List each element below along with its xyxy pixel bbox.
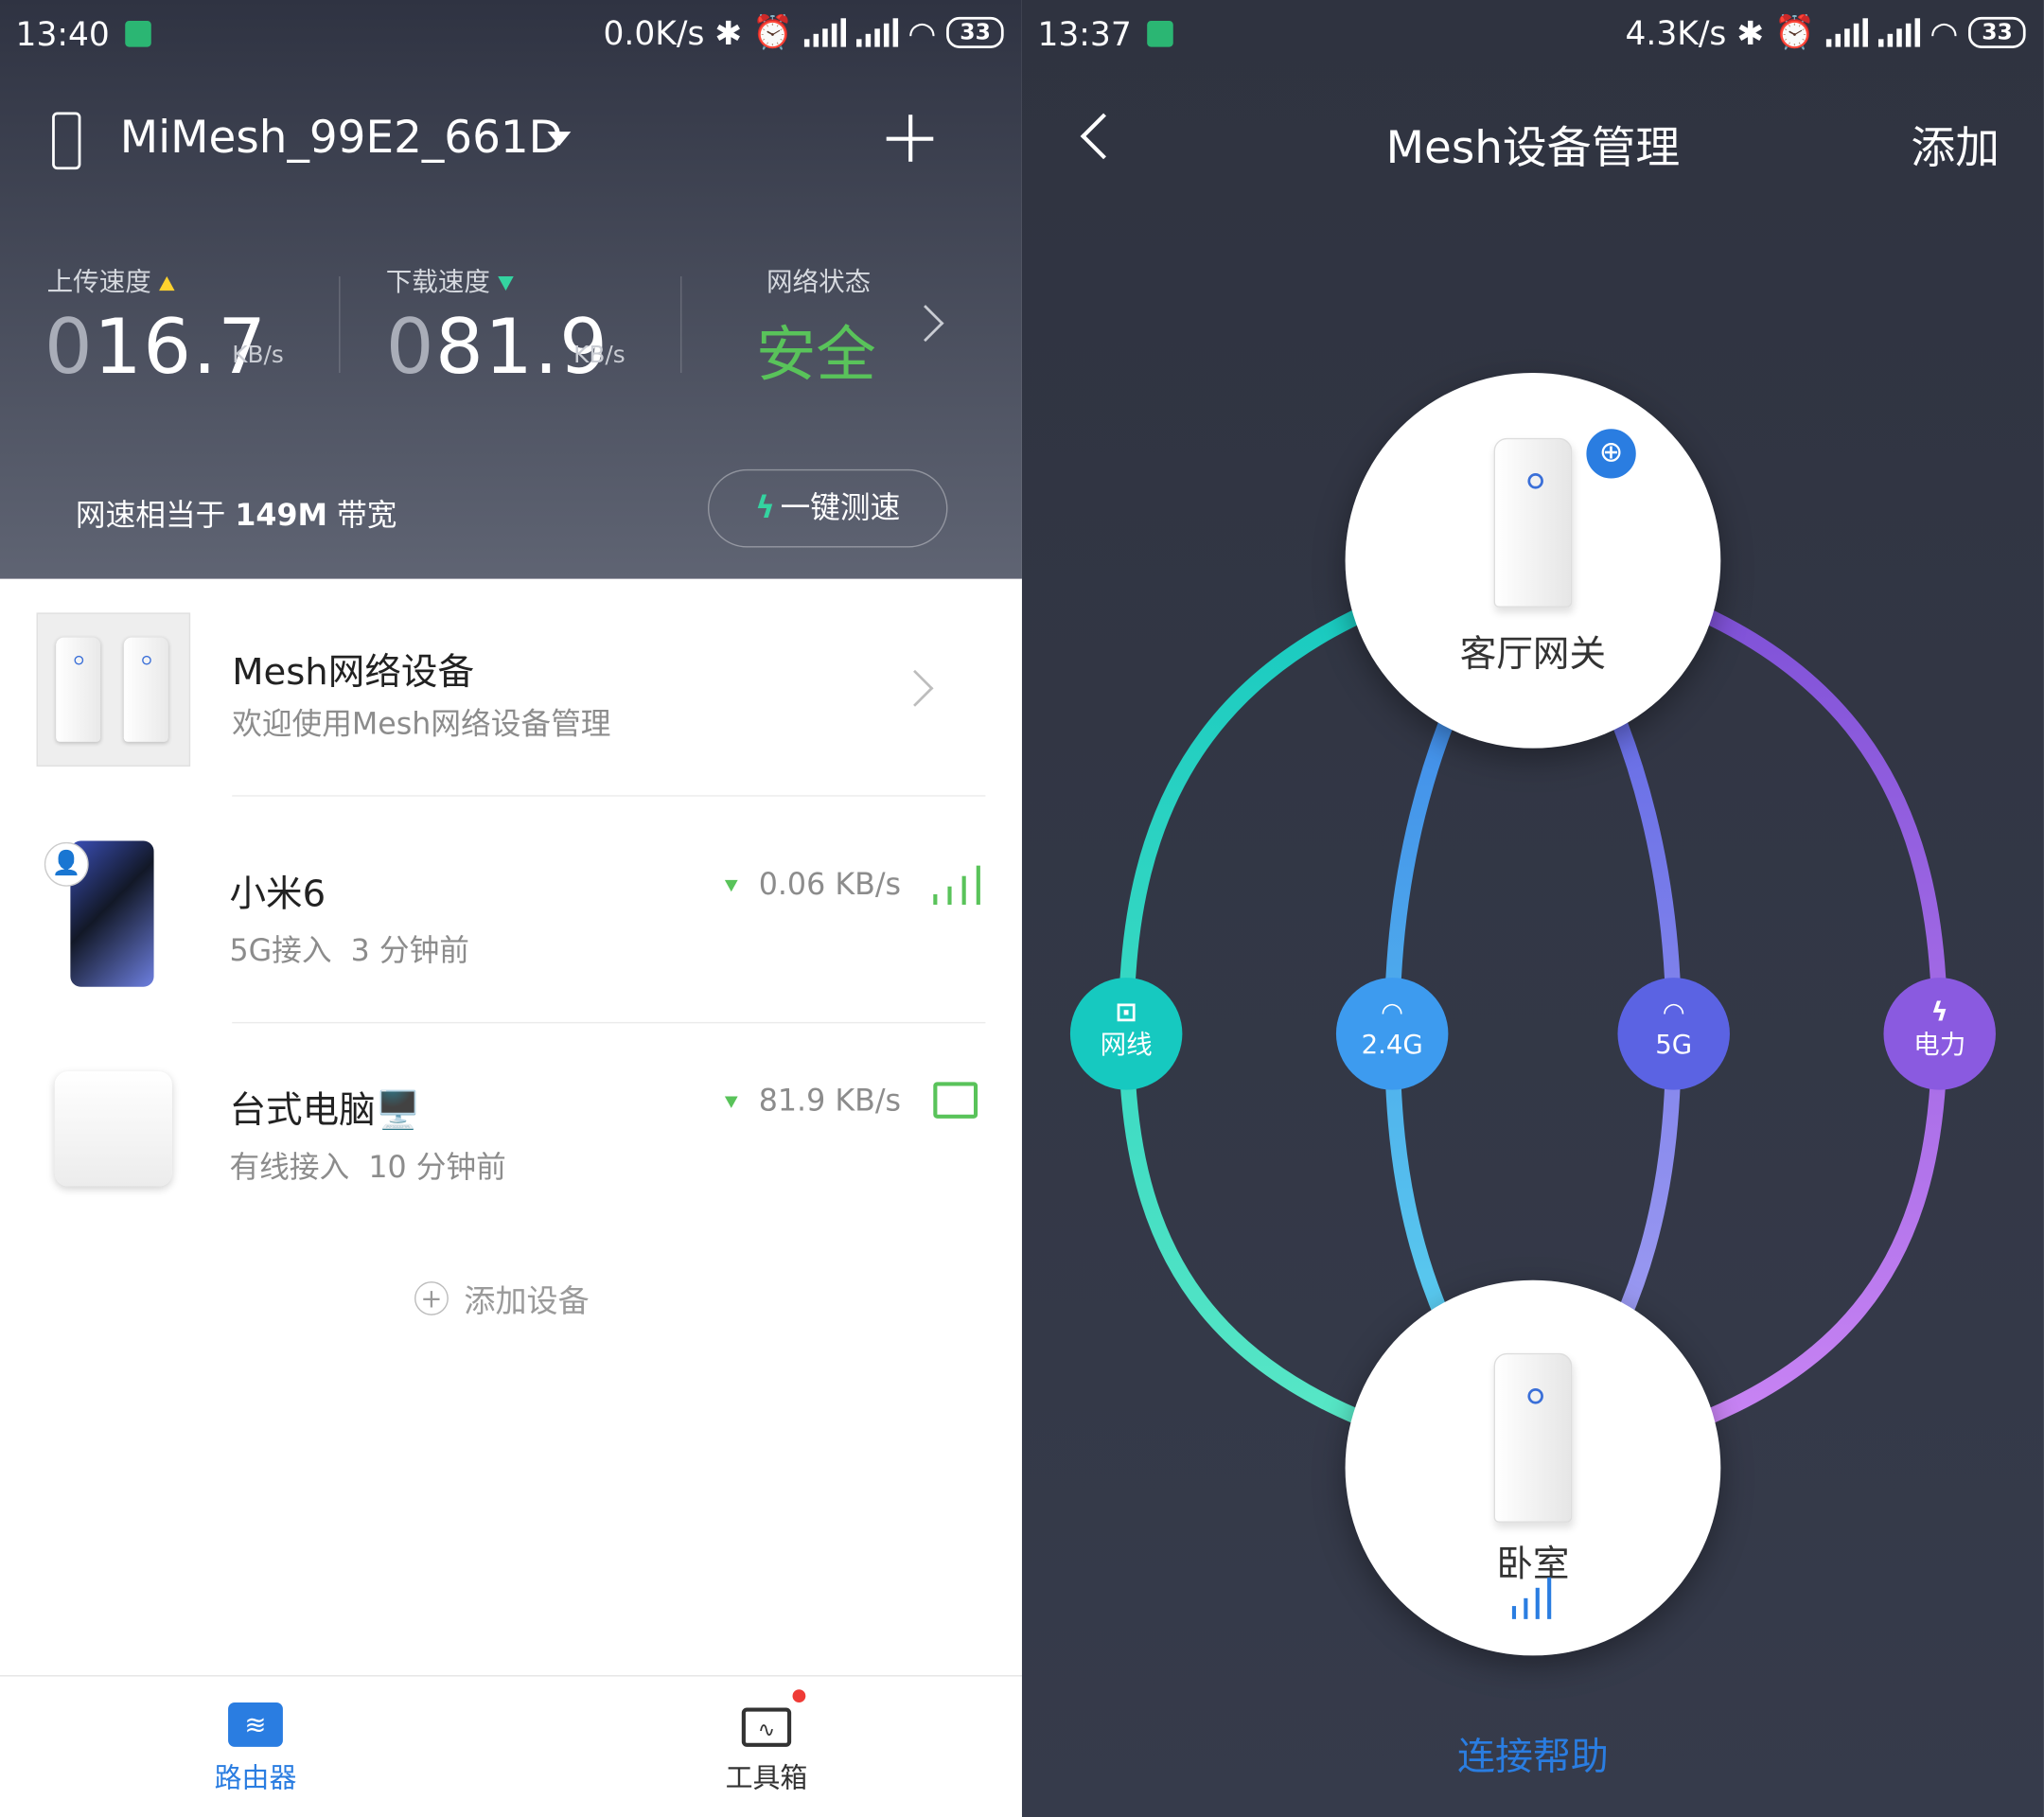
user-icon: 👤: [44, 841, 89, 887]
bedroom-node[interactable]: 卧室: [1345, 1279, 1721, 1656]
device-name[interactable]: 台式电脑🖥️: [229, 1082, 420, 1134]
download-label: 下载速度: [386, 261, 514, 299]
link-power[interactable]: ϟ 电力: [1883, 978, 1996, 1090]
wifi-icon: ◠: [1664, 996, 1684, 1028]
bandwidth-text: 网速相当于 149M 带宽: [75, 499, 397, 534]
cell-signal-2-icon: [855, 18, 898, 47]
link-wire[interactable]: ⊡ 网线: [1069, 978, 1183, 1090]
bolt-icon: ϟ: [755, 491, 776, 526]
device-connection: 有线接入 10 分钟前: [229, 1151, 506, 1186]
router-icon: [123, 637, 168, 742]
download-arrow-icon: [724, 879, 738, 892]
bluetooth-icon: ✱: [714, 13, 743, 52]
mesh-card-subtitle: 欢迎使用Mesh网络设备管理: [232, 707, 611, 742]
upload-label: 上传速度: [47, 261, 175, 299]
download-unit: KB/s: [573, 341, 626, 369]
speed-test-button[interactable]: ϟ 一键测速: [707, 468, 948, 548]
bolt-icon: ϟ: [1930, 996, 1948, 1028]
net-speed: 0.0K/s: [603, 13, 705, 52]
pc-thumbnail[interactable]: [54, 1071, 172, 1187]
add-button[interactable]: 添加: [1911, 112, 2000, 175]
download-arrow-icon: [724, 1096, 738, 1108]
alarm-icon: ⏰: [752, 12, 794, 51]
download-arrow-icon: [498, 276, 514, 291]
plus-circle-icon: +: [414, 1280, 449, 1315]
wifi-icon: ◠: [1382, 996, 1402, 1028]
device-rate: 0.06 KB/s: [724, 868, 901, 902]
device-name[interactable]: 小米6: [229, 866, 326, 918]
router-icon: [56, 637, 101, 742]
gateway-node[interactable]: ⊕ 客厅网关: [1345, 372, 1721, 749]
wifi-signal-icon: [933, 865, 980, 905]
divider: [232, 795, 986, 797]
router-icon: [1493, 1352, 1573, 1523]
mesh-card-title[interactable]: Mesh网络设备: [232, 644, 474, 696]
bottom-nav: ≋ 路由器 ∿ 工具箱: [0, 1675, 1022, 1817]
cell-signal-icon: [803, 18, 846, 47]
link-2g[interactable]: ◠ 2.4G: [1335, 978, 1449, 1090]
router-tab-icon: ≋: [228, 1702, 283, 1747]
link-5g[interactable]: ◠ 5G: [1617, 978, 1730, 1090]
divider: [232, 1021, 986, 1024]
globe-icon: ⊕: [1582, 425, 1640, 483]
monitor-icon: 🖥️: [375, 1088, 421, 1132]
battery-icon: 33: [946, 16, 1004, 48]
connection-help-link[interactable]: 连接帮助: [1022, 1726, 2044, 1781]
status-bar: 13:40 0.0K/s ✱ ⏰ ◠ 33: [0, 0, 1022, 68]
mi-app-icon: [125, 21, 151, 47]
add-device-button[interactable]: + 添加设备: [414, 1275, 590, 1320]
network-name[interactable]: MiMesh_99E2_661D: [120, 112, 563, 164]
device-rate: 81.9 KB/s: [724, 1085, 901, 1119]
ethernet-icon: [933, 1082, 978, 1119]
chevron-right-icon[interactable]: [896, 669, 934, 707]
gateway-label: 客厅网关: [1459, 632, 1607, 676]
page-title: Mesh设备管理: [1385, 122, 1681, 175]
tab-toolbox[interactable]: ∿ 工具箱: [688, 1702, 844, 1796]
signal-bars-icon: [1511, 1577, 1552, 1619]
ethernet-icon: ⊡: [1115, 996, 1137, 1028]
upload-arrow-icon: [159, 276, 175, 291]
router-device-icon[interactable]: [52, 112, 81, 170]
chevron-down-icon[interactable]: [547, 132, 572, 147]
tab-router[interactable]: ≋ 路由器: [177, 1702, 333, 1796]
device-connection: 5G接入 3 分钟前: [229, 934, 469, 969]
network-status-label: 网络状态: [766, 266, 872, 298]
router-home-screen: 13:40 0.0K/s ✱ ⏰ ◠ 33 MiMesh_99E2_661D 上…: [0, 0, 1022, 1817]
plus-icon[interactable]: [886, 115, 934, 162]
divider: [680, 276, 682, 373]
toolbox-icon: ∿: [741, 1707, 792, 1747]
mesh-devices-thumbnail[interactable]: [36, 612, 191, 767]
router-icon: [1493, 437, 1573, 608]
notification-dot: [792, 1689, 806, 1703]
upload-unit: KB/s: [232, 341, 284, 369]
wifi-status-icon: ◠: [907, 13, 937, 52]
network-status-value[interactable]: 安全: [756, 308, 876, 394]
status-time: 13:40: [15, 15, 110, 54]
divider: [339, 276, 341, 373]
mesh-management-screen: 13:37 4.3K/s ✱ ⏰ ◠ 33 Mesh设备管理 添加 ⊕ 客厅网关: [1021, 0, 2044, 1817]
